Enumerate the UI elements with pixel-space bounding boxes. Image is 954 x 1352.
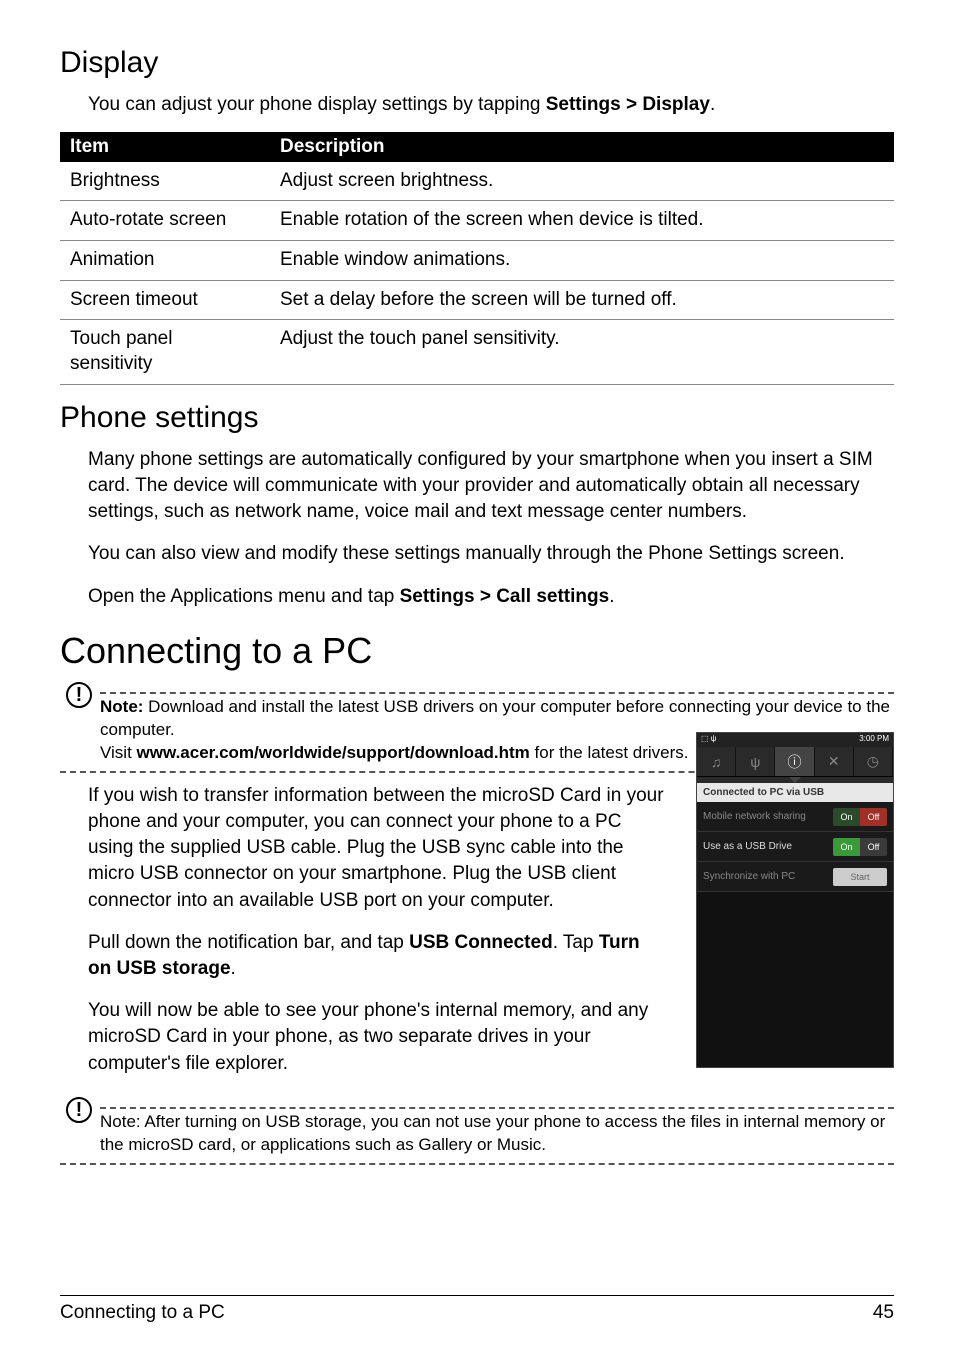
- warning-icon: !: [66, 682, 92, 708]
- note-box-usb-storage: ! Note: After turning on USB storage, yo…: [60, 1101, 894, 1165]
- phone-settings-p3: Open the Applications menu and tap Setti…: [88, 584, 894, 610]
- text: . Tap: [553, 932, 599, 953]
- text: Open the Applications menu and tap: [88, 586, 400, 607]
- text: .: [609, 586, 614, 607]
- cell-item: Animation: [60, 241, 270, 281]
- info-icon[interactable]: ⓘ: [775, 747, 814, 776]
- note-lead: Note:: [100, 697, 143, 716]
- usb-drive-row: Use as a USB Drive On Off: [697, 832, 893, 862]
- cell-desc: Set a delay before the screen will be tu…: [270, 280, 894, 320]
- settings-path: Settings > Call settings: [400, 586, 610, 607]
- table-row: BrightnessAdjust screen brightness.: [60, 162, 894, 201]
- table-row: AnimationEnable window animations.: [60, 241, 894, 281]
- text: for the latest drivers.: [530, 743, 689, 762]
- text: Pull down the notification bar, and tap: [88, 932, 409, 953]
- mobile-sharing-toggle[interactable]: On Off: [833, 808, 887, 826]
- cell-item: Auto-rotate screen: [60, 201, 270, 241]
- page-number: 45: [873, 1302, 894, 1324]
- close-icon[interactable]: ✕: [815, 747, 854, 776]
- cell-desc: Adjust the touch panel sensitivity.: [270, 320, 894, 384]
- connecting-p2: Pull down the notification bar, and tap …: [88, 930, 664, 982]
- cell-item: Screen timeout: [60, 280, 270, 320]
- cell-item: Touch panel sensitivity: [60, 320, 270, 384]
- text: .: [710, 94, 715, 115]
- connecting-pc-heading: Connecting to a PC: [60, 630, 894, 672]
- table-row: Screen timeoutSet a delay before the scr…: [60, 280, 894, 320]
- toggle-off: Off: [860, 808, 887, 826]
- toggle-off: Off: [860, 838, 887, 856]
- col-header-item: Item: [60, 132, 270, 162]
- cell-desc: Enable window animations.: [270, 241, 894, 281]
- display-heading: Display: [60, 46, 894, 80]
- footer-divider: [60, 1295, 894, 1296]
- sync-pc-row: Synchronize with PC Start: [697, 862, 893, 892]
- cell-item: Brightness: [60, 162, 270, 201]
- col-header-desc: Description: [270, 132, 894, 162]
- mobile-network-sharing-row: Mobile network sharing On Off: [697, 802, 893, 832]
- usb-connected-label: USB Connected: [409, 932, 553, 953]
- phone-settings-heading: Phone settings: [60, 401, 894, 435]
- warning-icon: !: [66, 1097, 92, 1123]
- music-icon[interactable]: ♫: [697, 747, 736, 776]
- status-left-icons: ⬚ ψ: [701, 734, 716, 746]
- connecting-p1: If you wish to transfer information betw…: [88, 783, 664, 914]
- toggle-on: On: [833, 808, 860, 826]
- row-label: Mobile network sharing: [703, 811, 806, 822]
- clock-icon[interactable]: ◷: [854, 747, 893, 776]
- usb-drive-toggle[interactable]: On Off: [833, 838, 887, 856]
- support-url: www.acer.com/worldwide/support/download.…: [137, 743, 530, 762]
- settings-path: Settings > Display: [546, 94, 710, 115]
- text: Visit: [100, 743, 137, 762]
- table-row: Touch panel sensitivityAdjust the touch …: [60, 320, 894, 384]
- table-row: Auto-rotate screenEnable rotation of the…: [60, 201, 894, 241]
- connecting-p3: You will now be able to see your phone's…: [88, 998, 664, 1077]
- note-body: Note: After turning on USB storage, you …: [100, 1112, 885, 1154]
- display-intro: You can adjust your phone display settin…: [88, 92, 894, 118]
- phone-settings-p1: Many phone settings are automatically co…: [88, 447, 894, 526]
- notification-tabs: ♫ ψ ⓘ ✕ ◷: [697, 747, 893, 777]
- footer-title: Connecting to a PC: [60, 1302, 225, 1324]
- start-button[interactable]: Start: [833, 868, 887, 886]
- phone-settings-p2: You can also view and modify these setti…: [88, 541, 894, 567]
- status-bar: ⬚ ψ 3:00 PM: [697, 733, 893, 747]
- usb-icon[interactable]: ψ: [736, 747, 775, 776]
- row-label: Synchronize with PC: [703, 871, 795, 882]
- cell-desc: Adjust screen brightness.: [270, 162, 894, 201]
- usb-connected-header: Connected to PC via USB: [697, 783, 893, 802]
- toggle-on: On: [833, 838, 860, 856]
- text: .: [231, 958, 236, 979]
- cell-desc: Enable rotation of the screen when devic…: [270, 201, 894, 241]
- page-footer: Connecting to a PC 45: [60, 1302, 894, 1324]
- status-time: 3:00 PM: [859, 734, 889, 746]
- text: You can adjust your phone display settin…: [88, 94, 546, 115]
- row-label: Use as a USB Drive: [703, 841, 792, 852]
- phone-screenshot: ⬚ ψ 3:00 PM ♫ ψ ⓘ ✕ ◷ Connected to PC vi…: [696, 732, 894, 1068]
- display-settings-table: Item Description BrightnessAdjust screen…: [60, 132, 894, 385]
